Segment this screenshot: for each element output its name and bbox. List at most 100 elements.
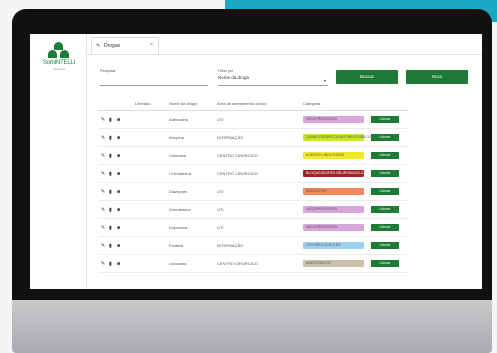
header-category: Categoria xyxy=(300,96,368,111)
liberar-button[interactable]: Liberar xyxy=(371,188,399,195)
trash-icon[interactable]: ▮ xyxy=(109,261,114,267)
drugs-table: Liberado Nome da droga Área de atendimen… xyxy=(98,96,408,273)
category-badge: VASOPRESSORES xyxy=(303,224,364,231)
document-icon[interactable]: ■ xyxy=(117,189,122,195)
edit-icon[interactable]: ✎ xyxy=(101,225,106,231)
trash-icon[interactable]: ▮ xyxy=(109,225,114,231)
edit-icon[interactable]: ✎ xyxy=(101,117,106,123)
document-icon[interactable]: ■ xyxy=(117,171,122,177)
category-cell: AGENTES INDUTORES xyxy=(300,146,368,165)
document-icon[interactable]: ■ xyxy=(117,261,122,267)
header-action xyxy=(368,96,408,111)
tab-bar: ✎ Drogas × xyxy=(87,34,482,55)
document-icon[interactable]: ■ xyxy=(117,135,122,141)
category-badge: OPIOIDES AGENTES xyxy=(303,242,364,249)
liberado-cell xyxy=(132,200,166,219)
liberar-button[interactable]: Liberar xyxy=(371,170,399,177)
care-area-cell: INTERNAÇÃO xyxy=(214,128,300,147)
care-area-cell: INTERNAÇÃO xyxy=(214,236,300,255)
liberado-cell xyxy=(132,146,166,165)
trash-icon[interactable]: ▮ xyxy=(109,135,114,141)
document-icon[interactable]: ■ xyxy=(117,117,122,123)
liberar-button[interactable]: Liberar xyxy=(371,260,399,267)
search-button[interactable]: Buscar xyxy=(336,70,398,84)
drug-name-cell: Cl.Ketamina xyxy=(166,164,214,183)
liberado-cell xyxy=(132,128,166,147)
table-row: ✎ ▮ ■ Adenosina UTI VASOPRESSORES Liberar xyxy=(98,110,408,129)
close-icon[interactable]: × xyxy=(150,42,153,48)
row-actions: ✎ ▮ ■ xyxy=(98,146,132,165)
action-cell: Liberar xyxy=(368,182,408,201)
table-row: ✎ ▮ ■ Atropina INTERNAÇÃO QUIMIOTERÁPICOS ANT… xyxy=(98,128,408,147)
app-screen: SomINTELLI Sistemas ✎ Drogas × Pesquisar… xyxy=(30,34,482,289)
liberado-cell xyxy=(132,182,166,201)
document-icon[interactable]: ■ xyxy=(117,153,122,159)
trash-icon[interactable]: ▮ xyxy=(109,171,114,177)
row-actions: ✎ ▮ ■ xyxy=(98,164,132,183)
liberar-button[interactable]: Liberar xyxy=(371,242,399,249)
tab-label: Drogas xyxy=(104,43,121,49)
drug-name-cell: Atropina xyxy=(166,128,214,147)
header-liberado: Liberado xyxy=(132,96,166,111)
row-actions: ✎ ▮ ■ xyxy=(98,236,132,255)
table-row: ✎ ▮ ■ Dobutamina UTI VASOPRESSORES Liberar xyxy=(98,200,408,219)
edit-icon[interactable]: ✎ xyxy=(101,207,106,213)
edit-icon[interactable]: ✎ xyxy=(101,153,106,159)
category-badge: VASOPRESSORES xyxy=(303,206,364,213)
liberar-button[interactable]: Liberar xyxy=(371,116,399,123)
document-icon[interactable]: ■ xyxy=(117,225,122,231)
action-cell: Liberar xyxy=(368,164,408,183)
category-badge: VASOPRESSORES xyxy=(303,116,364,123)
row-actions: ✎ ▮ ■ xyxy=(98,110,132,129)
category-cell: QUIMIOTERÁPICOS ANTINEOPLÁSICOS xyxy=(300,128,373,147)
liberar-button[interactable]: Liberar xyxy=(371,206,399,213)
pencil-icon: ✎ xyxy=(96,43,101,49)
action-cell: Liberar xyxy=(368,110,408,129)
table-row: ✎ ▮ ■ Lidocaína CENTRO CIRÚRGICO ANESTÉSICOS L… xyxy=(98,254,408,273)
actions-header xyxy=(98,96,132,111)
edit-icon[interactable]: ✎ xyxy=(101,135,106,141)
action-cell: Liberar xyxy=(368,218,408,237)
document-icon[interactable]: ■ xyxy=(117,243,122,249)
drug-name-cell: Dobutamina xyxy=(166,200,214,219)
document-icon[interactable]: ■ xyxy=(117,207,122,213)
edit-icon[interactable]: ✎ xyxy=(101,243,106,249)
trash-icon[interactable]: ▮ xyxy=(109,117,114,123)
drug-name-cell: Diazepam xyxy=(166,182,214,201)
drug-name-cell: Lidocaína xyxy=(166,254,214,273)
care-area-cell: CENTRO CIRÚRGICO xyxy=(214,146,300,165)
liberar-button[interactable]: Liberar xyxy=(371,224,399,231)
search-input[interactable] xyxy=(100,75,208,86)
filter-label: Filtrar por xyxy=(218,69,233,73)
care-area-cell: CENTRO CIRÚRGICO xyxy=(214,164,300,183)
trash-icon[interactable]: ▮ xyxy=(109,243,114,249)
care-area-cell: UTI xyxy=(214,182,300,201)
edit-icon[interactable]: ✎ xyxy=(101,189,106,195)
filter-select[interactable]: Nome da droga ▾ xyxy=(218,75,328,86)
edit-icon[interactable]: ✎ xyxy=(101,261,106,267)
care-area-cell: UTI xyxy=(214,110,300,129)
action-cell: Liberar xyxy=(368,200,408,219)
logo-icon xyxy=(48,42,70,60)
drug-name-cell: Dopamina xyxy=(166,218,214,237)
category-badge: QUIMIOTERÁPICOS ANTINEOPLÁSICOS xyxy=(303,134,373,141)
category-cell: ANESTÉSICOS xyxy=(300,254,368,273)
edit-icon[interactable]: ✎ xyxy=(101,171,106,177)
care-area-cell: UTI xyxy=(214,218,300,237)
category-cell: SEDATIVOS xyxy=(300,182,368,201)
brand-subtitle: Sistemas xyxy=(52,67,66,71)
trash-icon[interactable]: ▮ xyxy=(109,153,114,159)
sidebar: SomINTELLI Sistemas xyxy=(30,34,87,289)
trash-icon[interactable]: ▮ xyxy=(109,189,114,195)
action-cell: Liberar xyxy=(368,146,408,165)
liberado-cell xyxy=(132,218,166,237)
liberar-button[interactable]: Liberar xyxy=(371,152,399,159)
table-row: ✎ ▮ ■ Fentanil INTERNAÇÃO OPIOIDES AGENTES Lib… xyxy=(98,236,408,255)
liberar-button[interactable]: Liberar xyxy=(371,134,399,141)
trash-icon[interactable]: ▮ xyxy=(109,207,114,213)
tab-drogas[interactable]: ✎ Drogas × xyxy=(91,37,159,54)
new-button[interactable]: Novo xyxy=(406,70,468,84)
liberado-cell xyxy=(132,236,166,255)
category-cell: BLOQUEADORES NEUROMUSCULARES xyxy=(300,164,373,183)
category-cell: VASOPRESSORES xyxy=(300,218,368,237)
